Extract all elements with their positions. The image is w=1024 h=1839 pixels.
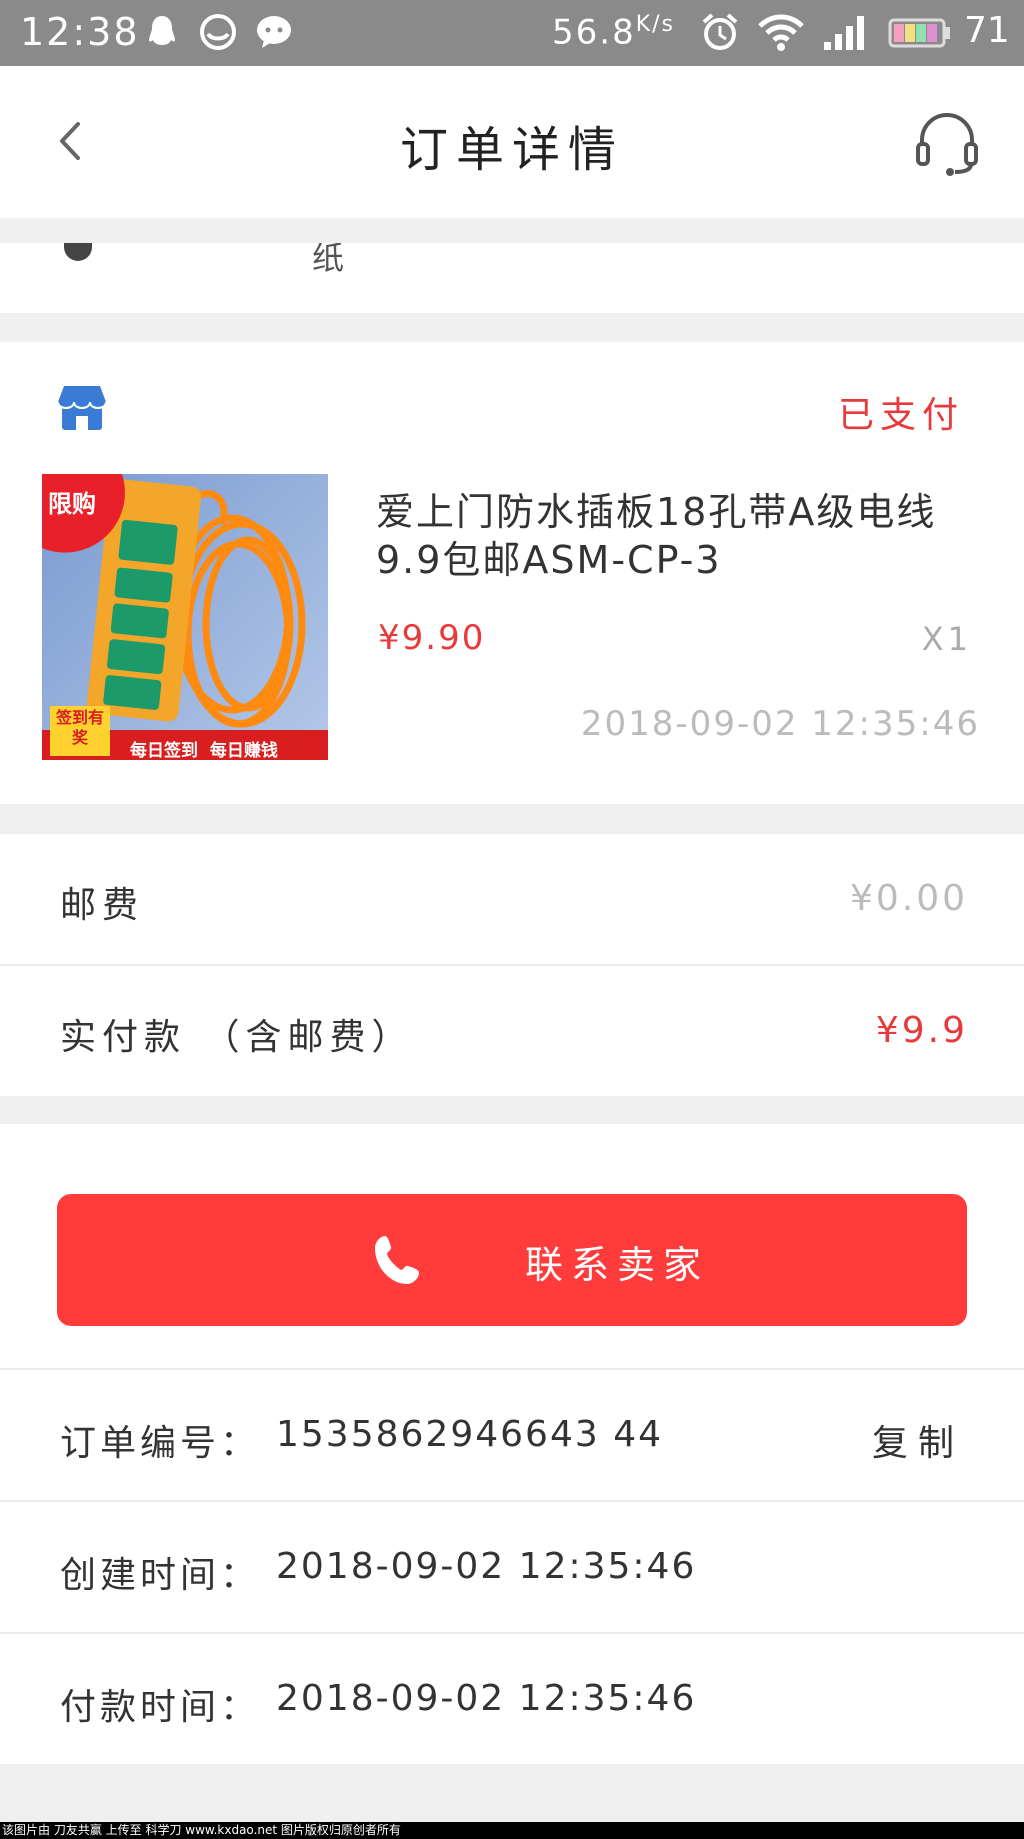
order-number-label: 订单编号：: [60, 1423, 261, 1464]
fee-section: 邮费 ¥0.00 实付款 （含邮费） ¥9.9: [0, 834, 1024, 1096]
address-fragment: 纸: [312, 243, 345, 277]
product-name[interactable]: 爱上门防水插板18孔带A级电线9.9包邮ASM-CP-3: [376, 488, 976, 584]
nav-bar: 订单详情: [0, 66, 1024, 218]
address-section: 纸: [0, 243, 1024, 313]
order-info-section: 联系卖家 订单编号： 1535862946643 44 复制 创建时间： 201…: [0, 1124, 1024, 1764]
signal-icon: [824, 16, 864, 50]
wechat-icon: [257, 16, 291, 48]
banner-text: 每日签到 每日赚钱: [130, 741, 278, 760]
speed-value: 56.8: [552, 12, 636, 53]
paid-time-label: 付款时间：: [60, 1687, 261, 1728]
created-time-label: 创建时间：: [60, 1555, 261, 1596]
order-card: 已支付 限购 签到有奖 每日签到 每日赚钱 爱上门防水插板18孔带A级电线9.9…: [0, 342, 1024, 804]
status-time: 12:38: [20, 10, 140, 54]
contact-seller-button[interactable]: 联系卖家: [57, 1194, 967, 1326]
qq-icon: [149, 16, 175, 45]
headset-icon[interactable]: [912, 108, 982, 178]
speed-unit: K/s: [635, 12, 676, 37]
alarm-icon: [702, 13, 738, 50]
watermark: 该图片由 刀友共赢 上传至 科学刀 www.kxdao.net 图片版权归原创者…: [0, 1822, 1024, 1839]
shipping-row: 邮费 ¥0.00: [0, 834, 1024, 964]
product-image[interactable]: 限购 签到有奖 每日签到 每日赚钱: [42, 474, 328, 760]
contact-seller-label: 联系卖家: [525, 1243, 710, 1287]
status-bar: 12:38 56.8K/s 71: [0, 0, 1024, 66]
page-title: 订单详情: [399, 122, 624, 178]
paid-time-row: 付款时间： 2018-09-02 12:35:46: [0, 1634, 1024, 1764]
created-time-value: 2018-09-02 12:35:46: [276, 1546, 697, 1587]
order-status: 已支付: [837, 395, 964, 436]
location-pin-icon: [64, 243, 92, 261]
created-time-row: 创建时间： 2018-09-02 12:35:46: [0, 1502, 1024, 1632]
shop-icon[interactable]: [56, 384, 108, 432]
browser-icon: [200, 14, 236, 50]
copy-button[interactable]: 复制: [872, 1414, 964, 1466]
total-value: ¥9.9: [875, 1010, 968, 1051]
paid-time-value: 2018-09-02 12:35:46: [276, 1678, 697, 1719]
product-order-time: 2018-09-02 12:35:46: [580, 704, 980, 744]
wifi-icon: [758, 14, 804, 51]
phone-icon: [375, 1236, 419, 1284]
network-speed: 56.8K/s: [552, 12, 675, 52]
total-label: 实付款 （含邮费）: [60, 1017, 414, 1058]
sign-badge: 签到有奖: [56, 708, 105, 747]
battery-icon: [888, 18, 950, 48]
shipping-value: ¥0.00: [849, 878, 968, 919]
limit-badge: 限购: [48, 490, 96, 518]
shipping-label: 邮费: [60, 885, 145, 926]
order-number-value: 1535862946643 44: [276, 1414, 664, 1455]
product-price: ¥9.90: [378, 618, 486, 658]
product-quantity: X1: [921, 620, 972, 658]
order-number-row: 订单编号： 1535862946643 44 复制: [0, 1370, 1024, 1500]
battery-level: 71: [964, 10, 1010, 51]
total-row: 实付款 （含邮费） ¥9.9: [0, 966, 1024, 1096]
